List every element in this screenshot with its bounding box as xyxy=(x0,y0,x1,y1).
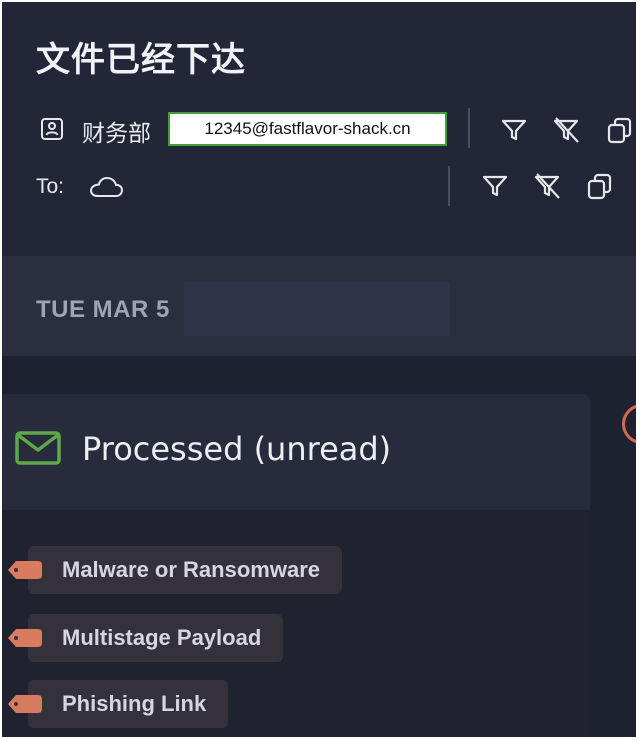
email-detail-panel: 文件已经下达 财务部 12345@fastflavor-shack.cn To: xyxy=(2,2,636,737)
date-detail-placeholder xyxy=(184,282,450,336)
copy-icon[interactable] xyxy=(605,115,635,145)
contact-card-icon xyxy=(41,118,63,140)
tag-icon xyxy=(8,561,42,579)
mail-icon xyxy=(15,431,61,465)
to-label: To: xyxy=(36,175,65,198)
tag-label: Multistage Payload xyxy=(28,614,284,662)
date-label: TUE MAR 5 xyxy=(36,296,170,323)
tag-label: Malware or Ransomware xyxy=(28,546,342,594)
filter-icon[interactable] xyxy=(480,171,510,201)
from-row: 财务部 12345@fastflavor-shack.cn xyxy=(40,112,636,147)
toolbar-divider xyxy=(468,108,470,148)
sender-email-address[interactable]: 12345@fastflavor-shack.cn xyxy=(168,112,447,146)
tag-icon xyxy=(8,629,42,647)
tag-icon xyxy=(8,695,42,713)
sender-name: 财务部 xyxy=(82,121,151,147)
tag-label: Phishing Link xyxy=(28,680,229,728)
date-separator: TUE MAR 5 xyxy=(2,256,636,356)
status-indicator-icon xyxy=(622,404,636,444)
email-header: 文件已经下达 财务部 12345@fastflavor-shack.cn To: xyxy=(2,2,636,256)
copy-icon[interactable] xyxy=(585,171,615,201)
filter-icon[interactable] xyxy=(499,115,529,145)
toolbar-divider xyxy=(448,166,450,206)
status-card-header: Processed (unread) xyxy=(2,394,590,510)
filter-clear-icon[interactable] xyxy=(532,171,562,201)
cloud-icon xyxy=(89,176,124,197)
status-title: Processed (unread) xyxy=(82,430,392,468)
email-subject: 文件已经下达 xyxy=(36,40,246,80)
status-card: Processed (unread) Malware or Ransomware… xyxy=(2,394,590,737)
filter-clear-icon[interactable] xyxy=(551,115,581,145)
